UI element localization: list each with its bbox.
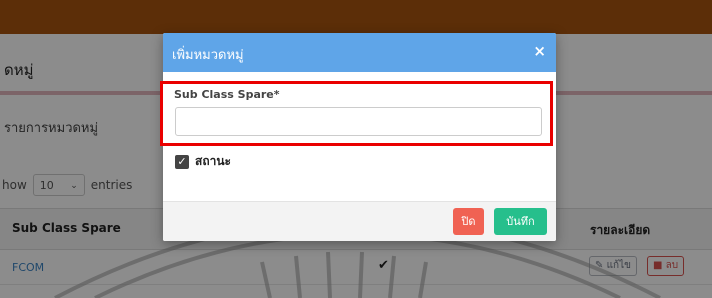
modal-title: เพิ่มหมวดหมู่: [172, 48, 244, 63]
close-icon[interactable]: ×: [533, 42, 546, 60]
close-button[interactable]: ปิด: [453, 208, 484, 235]
save-button[interactable]: บันทึก: [494, 208, 547, 235]
modal-footer: ปิด บันทึก: [163, 201, 556, 241]
status-checkbox[interactable]: ✓: [175, 154, 189, 169]
modal-header: เพิ่มหมวดหมู่ ×: [163, 33, 556, 72]
status-checkbox-row[interactable]: ✓ สถานะ: [175, 152, 231, 171]
highlight-annotation: [160, 81, 553, 146]
status-label: สถานะ: [195, 154, 231, 168]
